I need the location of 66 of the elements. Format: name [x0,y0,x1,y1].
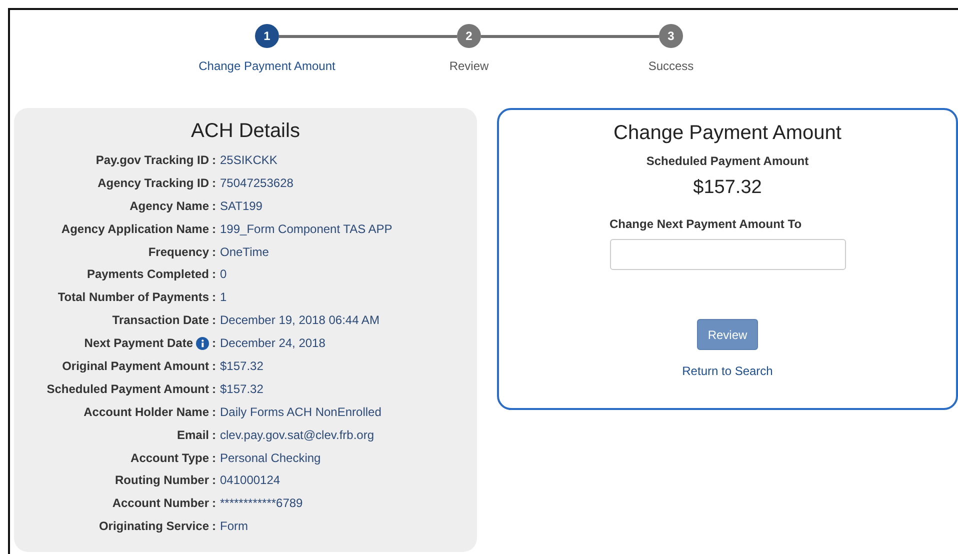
card-title: Change Payment Amount [614,122,842,145]
field-label: Pay.gov Tracking ID [96,152,209,168]
review-button[interactable]: Review [696,319,758,350]
field-label: Transaction Date [112,312,209,328]
amount-value: $157.32 [693,177,762,199]
step-circle[interactable]: 3 [659,24,683,48]
return-link[interactable]: Return to Search [682,364,773,378]
field-label: Scheduled Payment Amount [46,380,209,397]
field-value: Daily Forms ACH NonEnrolled [219,404,382,420]
field-value: clev.pay.gov.sat@clev.frb.org [219,426,376,443]
field-label: Scheduled Payment Amount [646,154,809,168]
field-value: December 24, 2018 [219,335,326,352]
field-value: OneTime [219,244,270,260]
field-value: $157.32 [219,380,264,397]
separator: : [212,450,216,466]
field-label: Agency Name [130,198,209,214]
field-label: Change Next Payment Amount To [610,217,803,231]
field-label: Frequency [148,244,209,260]
separator: : [212,312,216,328]
separator: : [212,518,216,534]
field-value: Form [219,518,249,534]
separator: : [212,335,216,352]
field-label: Next Payment Date [84,335,193,352]
field-value: SAT199 [219,198,264,214]
field-label: Account Holder Name [84,404,209,420]
separator: : [212,426,216,443]
field-label: Account Type [130,450,209,466]
field-label: Email [176,426,209,443]
separator: : [212,152,216,168]
field-label: Agency Tracking ID [98,174,209,191]
separator: : [212,472,216,488]
separator: : [212,198,216,214]
field-label: Total Number of Payments [58,289,209,306]
field-label: Routing Number [115,472,209,488]
field-value: 1 [219,289,228,306]
separator: : [212,380,216,397]
field-value: 199_Form Component TAS APP [219,220,394,237]
separator: : [212,266,216,282]
field-value: 0 [219,266,228,282]
field-value: $157.32 [219,358,264,374]
separator: : [212,220,216,237]
separator: : [212,289,216,306]
info-icon[interactable] [196,336,209,350]
field-label: Original Payment Amount [62,358,209,374]
field-label: Payments Completed [86,266,209,282]
separator: : [212,404,216,420]
step-label: Review [449,59,489,73]
separator: : [212,495,216,512]
field-value: Personal Checking [219,450,322,466]
separator: : [212,244,216,260]
field-label: Originating Service [98,518,209,534]
panel-title: ACH Details [190,120,301,143]
separator: : [212,174,216,191]
amount-input-field[interactable] [610,239,846,270]
separator: : [212,358,216,374]
field-value: 25SIKCKK [219,152,278,168]
step-label: Change Payment Amount [198,59,336,73]
step-label: Success [648,59,694,73]
field-label: Account Number [112,495,209,512]
field-value: 041000124 [219,472,282,488]
step-circle[interactable]: 1 [255,24,279,48]
field-value: December 19, 2018 06:44 AM [219,312,380,328]
field-value: ************6789 [219,495,304,512]
field-label: Agency Application Name [61,220,209,237]
step-circle[interactable]: 2 [457,24,481,48]
field-value: 75047253628 [219,174,294,191]
